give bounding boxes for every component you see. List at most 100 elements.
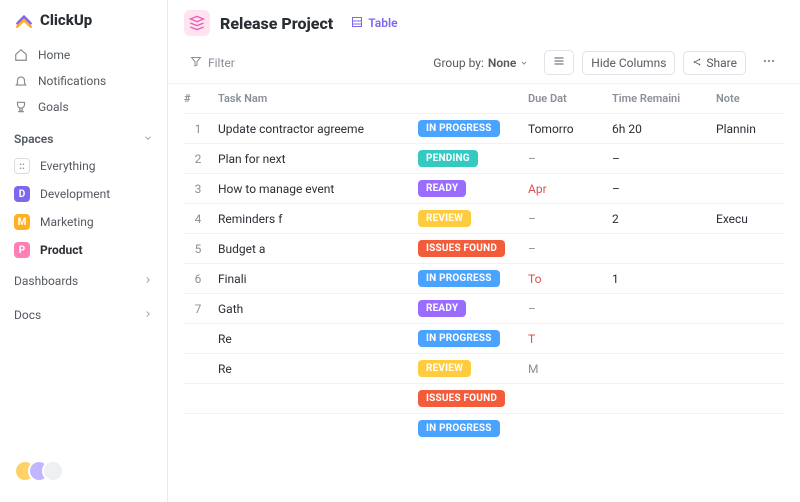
filter-button[interactable]: Filter	[184, 51, 241, 74]
brand-logo[interactable]: ClickUp	[0, 10, 167, 40]
group-by-dropdown[interactable]: Group by: None	[425, 52, 536, 74]
status-pill[interactable]: ISSUES FOUND	[418, 240, 505, 257]
column-name[interactable]: Task Nam	[218, 92, 418, 105]
cell-status: ISSUES FOUND	[418, 390, 528, 407]
main: Release Project Table Filter Group by: N…	[168, 0, 800, 502]
cell-due: Apr	[528, 182, 612, 196]
status-pill[interactable]: IN PROGRESS	[418, 330, 500, 347]
chevron-right-icon	[143, 274, 153, 288]
chevron-right-icon	[143, 308, 153, 322]
table-row[interactable]: 1Update contractor agreemeIN PROGRESSTom…	[184, 113, 784, 143]
table-row[interactable]: 5Budget aISSUES FOUND–	[184, 233, 784, 263]
cell-status: READY	[418, 180, 528, 197]
status-pill[interactable]: READY	[418, 180, 466, 197]
cell-remaining: –	[612, 182, 716, 196]
share-icon	[692, 56, 702, 70]
table-row[interactable]: 6FinaliIN PROGRESSTo1	[184, 263, 784, 293]
group-by-value: None	[488, 56, 516, 70]
cell-due: M	[528, 362, 612, 376]
space-item[interactable]: D Development	[0, 180, 167, 208]
sidebar-item-home[interactable]: Home	[0, 42, 167, 68]
table-icon	[351, 16, 363, 31]
table-row[interactable]: 4Reminders fREVIEW–2Execu	[184, 203, 784, 233]
filter-label: Filter	[208, 56, 235, 70]
space-item[interactable]: MMarketing	[0, 208, 167, 236]
cell-remaining: 6h 20	[612, 122, 716, 136]
more-button[interactable]	[754, 50, 784, 75]
cell-notes: Execu	[716, 212, 796, 226]
cell-num: 1	[184, 122, 218, 136]
cell-num: 7	[184, 302, 218, 316]
spaces-header[interactable]: Spaces	[0, 122, 167, 152]
cell-status: PENDING	[418, 150, 528, 167]
sidebar-item-label: Home	[38, 48, 70, 62]
space-item[interactable]: P Product	[0, 236, 167, 264]
cell-name: Plan for next	[218, 152, 418, 166]
status-pill[interactable]: REVIEW	[418, 360, 471, 377]
home-icon	[14, 48, 28, 62]
column-num[interactable]: #	[184, 92, 218, 105]
column-due[interactable]: Due Dat	[528, 92, 612, 105]
column-remaining[interactable]: Time Remaini	[612, 92, 716, 105]
dashboards-label: Dashboards	[14, 274, 78, 288]
cell-num: 2	[184, 152, 218, 166]
column-notes[interactable]: Note	[716, 92, 796, 105]
cell-name: Re	[218, 332, 418, 346]
cell-due: –	[528, 302, 612, 316]
cell-due: –	[528, 212, 612, 226]
cell-status: REVIEW	[418, 360, 528, 377]
hide-columns-button[interactable]: Hide Columns	[582, 51, 675, 75]
status-pill[interactable]: REVIEW	[418, 210, 471, 227]
table-row[interactable]: 2Plan for nextPENDING––	[184, 143, 784, 173]
sidebar-item-goals[interactable]: Goals	[0, 94, 167, 120]
cell-status: IN PROGRESS	[418, 120, 528, 137]
space-label: Product	[40, 243, 83, 257]
row-size-button[interactable]	[544, 50, 574, 75]
sidebar-item-dashboards[interactable]: Dashboards	[0, 264, 167, 298]
table-row[interactable]: 3How to manage eventREADY Apr–	[184, 173, 784, 203]
table-body: 1Update contractor agreemeIN PROGRESSTom…	[168, 113, 800, 443]
view-table[interactable]: Table	[343, 12, 405, 35]
project-title: Release Project	[220, 14, 333, 33]
cell-status: IN PROGRESS	[418, 270, 528, 287]
status-pill[interactable]: PENDING	[418, 150, 478, 167]
cell-num: 6	[184, 272, 218, 286]
cell-name: How to manage event	[218, 182, 418, 196]
cell-due: T	[528, 332, 612, 346]
brand-icon	[14, 10, 34, 30]
status-pill[interactable]: IN PROGRESS	[418, 120, 500, 137]
cell-due: To	[528, 272, 612, 286]
cell-status: ISSUES FOUND	[418, 240, 528, 257]
status-pill[interactable]: ISSUES FOUND	[418, 390, 505, 407]
member-avatars[interactable]	[0, 450, 167, 492]
status-pill[interactable]: IN PROGRESS	[418, 420, 500, 437]
table-row[interactable]: ReREVIEWM	[184, 353, 784, 383]
table-row[interactable]: ISSUES FOUND	[184, 383, 784, 413]
cell-num: 3	[184, 182, 218, 196]
project-icon	[184, 10, 210, 36]
sidebar-item-notifications[interactable]: Notifications	[0, 68, 167, 94]
space-label: Development	[40, 187, 110, 201]
space-badge: M	[14, 214, 30, 230]
spaces-label: Spaces	[14, 132, 53, 146]
space-badge: P	[14, 242, 30, 258]
table-row[interactable]: IN PROGRESS	[184, 413, 784, 443]
cell-status: READY	[418, 300, 528, 317]
titlebar: Release Project Table	[168, 0, 800, 46]
space-badge: D	[14, 186, 30, 202]
table-row[interactable]: ReIN PROGRESS T	[184, 323, 784, 353]
sidebar-item-docs[interactable]: Docs	[0, 298, 167, 332]
cell-remaining: –	[612, 152, 716, 166]
bell-icon	[14, 74, 28, 88]
table-row[interactable]: 7GathREADY –	[184, 293, 784, 323]
status-pill[interactable]: READY	[418, 300, 466, 317]
cell-num: 4	[184, 212, 218, 226]
space-item[interactable]: ::Everything	[0, 152, 167, 180]
cell-name: Gath	[218, 302, 418, 316]
cell-remaining: 1	[612, 272, 716, 286]
sidebar: ClickUp Home Notifications Goals Spaces …	[0, 0, 168, 502]
cell-name: Update contractor agreeme	[218, 122, 418, 136]
share-button[interactable]: Share	[683, 51, 746, 75]
cell-status: IN PROGRESS	[418, 330, 528, 347]
status-pill[interactable]: IN PROGRESS	[418, 270, 500, 287]
